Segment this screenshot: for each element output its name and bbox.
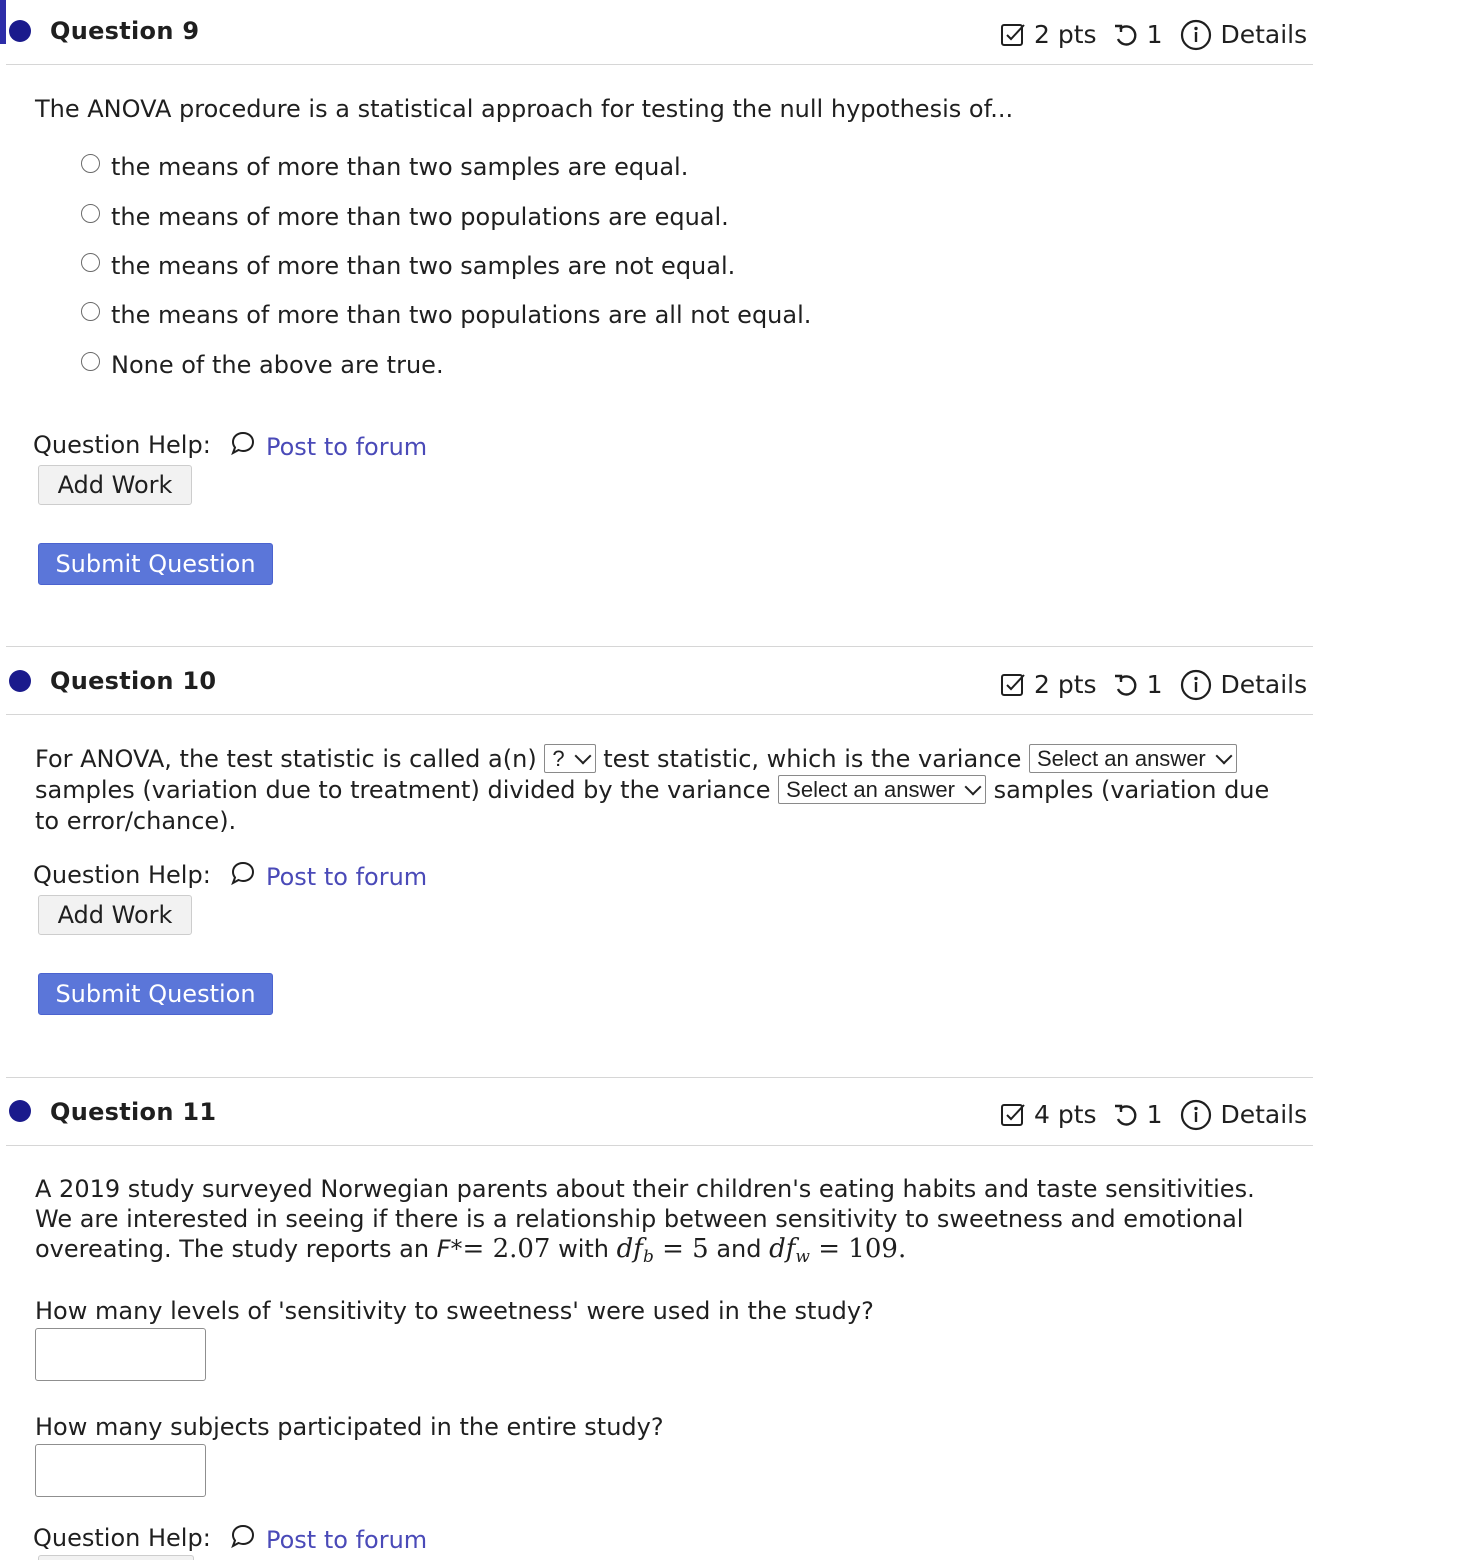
attempts-value: 1 [1146, 670, 1163, 699]
post-to-forum-link[interactable]: Post to forum [230, 430, 427, 463]
checkbox-icon [1000, 672, 1026, 698]
attempts-value: 1 [1146, 20, 1163, 49]
df-between-symbol: df [616, 1234, 643, 1264]
info-icon[interactable] [1180, 1099, 1212, 1131]
question-help-label: Question Help: [33, 431, 211, 459]
post-to-forum-label[interactable]: Post to forum [266, 432, 427, 462]
info-icon[interactable] [1180, 19, 1212, 51]
post-to-forum-label[interactable]: Post to forum [266, 862, 427, 892]
checkbox-icon [1000, 1102, 1026, 1128]
option-3-radio[interactable] [81, 253, 100, 272]
f-statistic-sentence: The study reports an F*= 2.07 with dfb =… [179, 1234, 907, 1267]
df-between-value: 5 [692, 1234, 709, 1264]
question-status-dot [9, 1100, 31, 1122]
levels-answer-input[interactable] [35, 1328, 206, 1381]
post-to-forum-link[interactable]: Post to forum [230, 1523, 427, 1556]
variance-within-select[interactable]: Select an answer [778, 775, 986, 804]
points-value: 4 pts [1034, 1100, 1097, 1129]
question-9-prompt: The ANOVA procedure is a statistical app… [35, 95, 1014, 123]
post-to-forum-label[interactable]: Post to forum [266, 1525, 427, 1555]
add-work-button[interactable]: Add Work [38, 465, 192, 505]
attempts-value: 1 [1146, 1100, 1163, 1129]
statistic-type-select[interactable]: ? [544, 744, 596, 773]
speech-bubble-icon [230, 860, 266, 893]
prompt-part-2: test statistic, which is the variance [603, 745, 1022, 773]
f-value: = 2.07 [462, 1234, 551, 1264]
question-status-dot [9, 670, 31, 692]
subjects-question: How many subjects participated in the en… [35, 1413, 664, 1441]
retry-icon [1111, 1102, 1139, 1128]
add-work-button[interactable]: Add Work [38, 895, 192, 935]
question-9-meta: 2 pts 1 Details [1000, 19, 1307, 51]
add-work-button[interactable] [38, 1555, 194, 1560]
option-5-radio[interactable] [81, 352, 100, 371]
speech-bubble-icon [230, 430, 266, 463]
option-2-radio[interactable] [81, 204, 100, 223]
current-question-marker [0, 0, 6, 44]
chevron-down-icon [964, 778, 982, 796]
chevron-down-icon [1215, 747, 1233, 765]
question-10-divider [6, 714, 1313, 715]
df-within-value: 109 [848, 1234, 898, 1264]
chevron-down-icon [574, 747, 592, 765]
f-label: F* [436, 1235, 463, 1263]
question-help-label: Question Help: [33, 861, 211, 889]
question-11-title: Question 11 [50, 1098, 217, 1126]
option-1-label[interactable]: the means of more than two samples are e… [111, 152, 688, 182]
checkbox-icon [1000, 22, 1026, 48]
levels-question: How many levels of 'sensitivity to sweet… [35, 1297, 874, 1325]
question-status-dot [9, 20, 31, 42]
question-11-intro: A 2019 study surveyed Norwegian parents … [35, 1174, 1297, 1272]
option-5-label[interactable]: None of the above are true. [111, 350, 444, 380]
subjects-answer-input[interactable] [35, 1444, 206, 1497]
question-9-divider [6, 64, 1313, 65]
option-4-label[interactable]: the means of more than two populations a… [111, 300, 811, 330]
question-11-divider [6, 1145, 1313, 1146]
submit-question-button[interactable]: Submit Question [38, 973, 273, 1015]
retry-icon [1111, 22, 1139, 48]
details-link[interactable]: Details [1220, 20, 1307, 50]
question-10-prompt: For ANOVA, the test statistic is called … [35, 744, 1297, 837]
option-4-radio[interactable] [81, 302, 100, 321]
question-help-label: Question Help: [33, 1524, 211, 1552]
option-2-label[interactable]: the means of more than two populations a… [111, 202, 729, 232]
prompt-part-1: For ANOVA, the test statistic is called … [35, 745, 537, 773]
df-within-symbol: df [769, 1234, 796, 1264]
prompt-part-3: samples (variation due to treatment) div… [35, 776, 771, 804]
post-to-forum-link[interactable]: Post to forum [230, 860, 427, 893]
question-11-meta: 4 pts 1 Details [1000, 1099, 1307, 1131]
question-9-title: Question 9 [50, 17, 200, 45]
speech-bubble-icon [230, 1523, 266, 1556]
option-1-radio[interactable] [81, 154, 100, 173]
question-10-meta: 2 pts 1 Details [1000, 669, 1307, 701]
option-3-label[interactable]: the means of more than two samples are n… [111, 251, 735, 281]
details-link[interactable]: Details [1220, 670, 1307, 700]
retry-icon [1111, 672, 1139, 698]
variance-between-select[interactable]: Select an answer [1029, 744, 1237, 773]
section-divider [6, 1077, 1313, 1078]
submit-question-button[interactable]: Submit Question [38, 543, 273, 585]
details-link[interactable]: Details [1220, 1100, 1307, 1130]
info-icon[interactable] [1180, 669, 1212, 701]
points-value: 2 pts [1034, 20, 1097, 49]
question-10-title: Question 10 [50, 667, 217, 695]
section-divider [6, 646, 1313, 647]
points-value: 2 pts [1034, 670, 1097, 699]
